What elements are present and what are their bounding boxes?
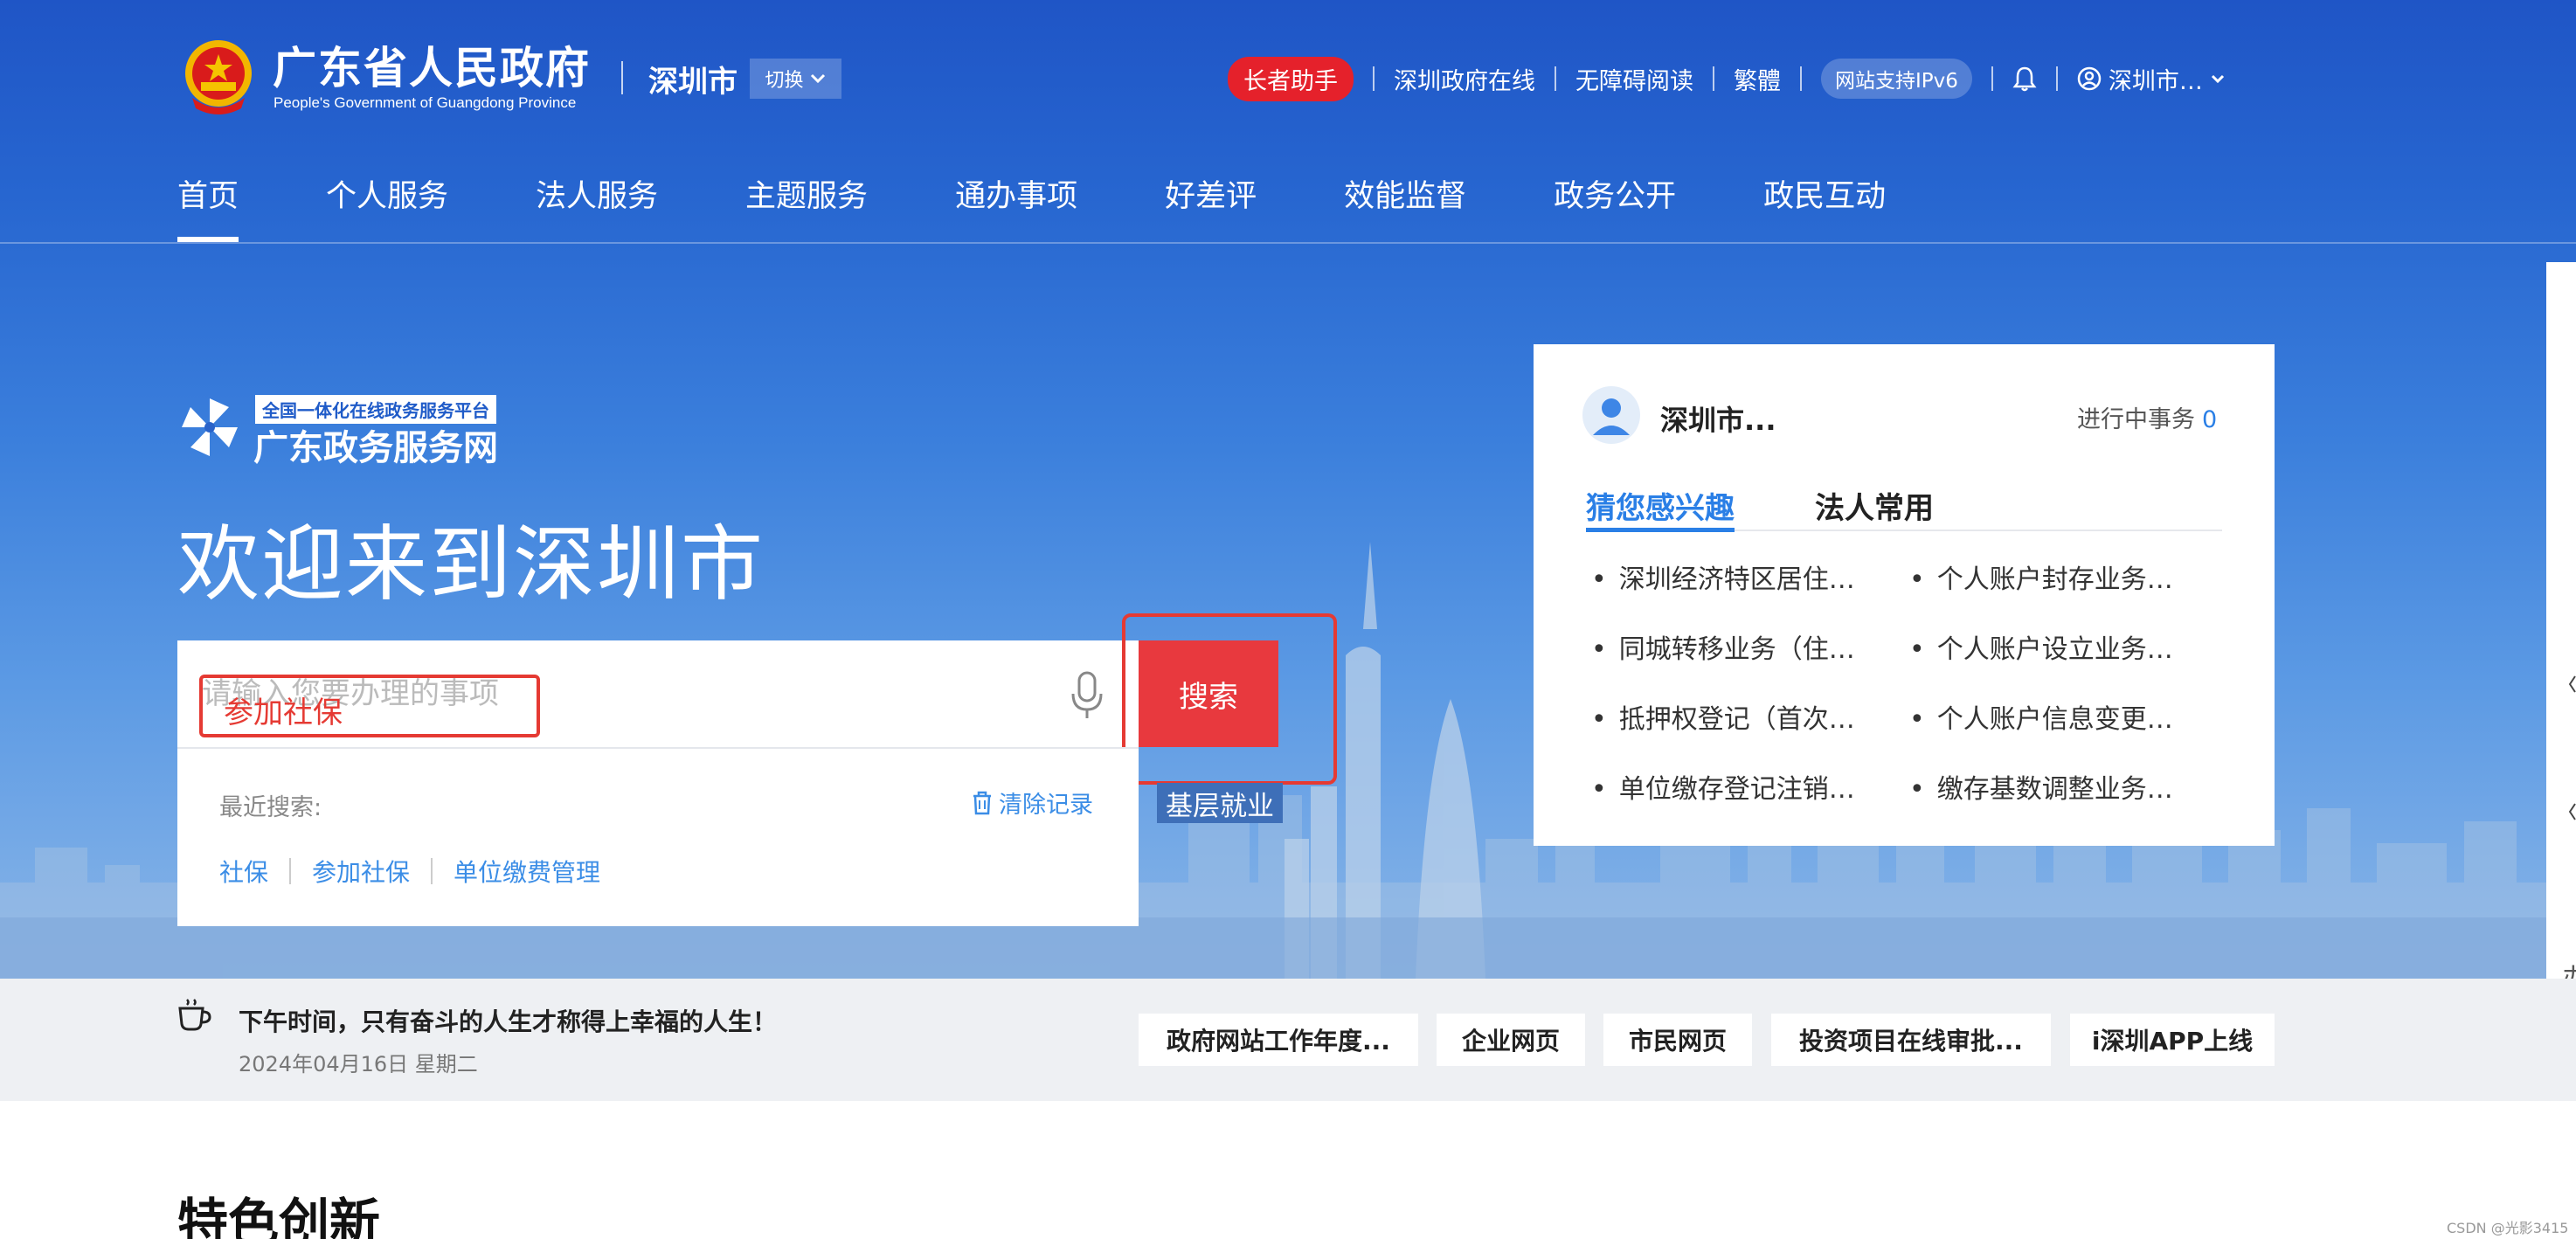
history-item[interactable]: 参加社保	[312, 854, 410, 889]
history-item[interactable]: 社保	[219, 854, 268, 889]
recommendation-list: 深圳经济特区居住… 个人账户封存业务… 同城转移业务（住… 个人账户设立业务… …	[1591, 557, 2238, 806]
in-progress-label: 进行中事务	[2077, 406, 2195, 433]
coffee-cup-icon	[178, 999, 211, 1031]
hot-tag-chip[interactable]: 基层就业	[1157, 783, 1283, 823]
nav-item-universal[interactable]: 通办事项	[955, 171, 1077, 242]
history-item[interactable]: 单位缴费管理	[454, 854, 600, 889]
divider	[1800, 66, 1802, 91]
card-tabs: 猜您感兴趣 法人常用	[1586, 484, 2222, 532]
current-city: 深圳市	[648, 65, 737, 100]
nav-divider	[0, 242, 2576, 244]
tab-interest[interactable]: 猜您感兴趣	[1586, 484, 1735, 532]
quick-link-gov-report[interactable]: 政府网站工作年度...	[1139, 1014, 1418, 1066]
platform-name: 广东政务服务网	[253, 428, 498, 468]
accessible-reading-link[interactable]: 无障碍阅读	[1575, 62, 1693, 96]
trash-icon	[973, 791, 991, 814]
search-history-list: 社保 参加社保 单位缴费管理	[219, 854, 600, 889]
search-button-highlight	[1122, 613, 1337, 785]
site-subtitle: People's Government of Guangdong Provinc…	[274, 94, 577, 111]
user-icon	[2077, 66, 2102, 91]
national-emblem-icon	[185, 40, 252, 114]
user-card: 深圳市... 进行中事务 0 猜您感兴趣 法人常用 深圳经济特区居住… 个人账户封…	[1534, 344, 2275, 846]
shenzhen-gov-online-link[interactable]: 深圳政府在线	[1394, 62, 1535, 96]
nav-item-corporate[interactable]: 法人服务	[536, 171, 658, 242]
welcome-heading: 欢迎来到深圳市	[177, 517, 765, 613]
elder-assistant-button[interactable]: 长者助手	[1228, 56, 1354, 101]
search-typed-value: 参加社保	[199, 675, 540, 737]
chevron-left-icon[interactable]	[2569, 802, 2576, 821]
divider	[1713, 66, 1714, 91]
nav-item-rating[interactable]: 好差评	[1165, 171, 1257, 242]
tab-corporate-common[interactable]: 法人常用	[1815, 484, 1934, 527]
ipv6-badge: 网站支持IPv6	[1821, 59, 1972, 99]
watermark: CSDN @光影3415	[2447, 1220, 2569, 1236]
bell-icon[interactable]	[2012, 66, 2037, 92]
divider	[1555, 66, 1556, 91]
mic-icon[interactable]	[1068, 669, 1106, 722]
avatar-icon[interactable]	[1582, 386, 1640, 444]
daily-quote: 下午时间，只有奋斗的人生才称得上幸福的人生！	[239, 1007, 778, 1036]
chevron-left-icon[interactable]	[2569, 675, 2576, 694]
section-title: 特色创新	[177, 1193, 381, 1239]
nav-item-open-gov[interactable]: 政务公开	[1554, 171, 1676, 242]
quick-link-citizen[interactable]: 市民网页	[1603, 1014, 1752, 1066]
nav-item-personal[interactable]: 个人服务	[326, 171, 448, 242]
divider	[1991, 66, 1993, 91]
clear-history-label: 清除记录	[999, 792, 1093, 819]
nav-item-theme[interactable]: 主题服务	[745, 171, 868, 242]
list-item[interactable]: 个人账户封存业务…	[1909, 557, 2227, 596]
nav-item-home[interactable]: 首页	[177, 171, 239, 242]
quick-link-investment[interactable]: 投资项目在线审批...	[1771, 1014, 2051, 1066]
divider	[1373, 66, 1375, 91]
search-history-panel: 最近搜索: 清除记录 社保 参加社保 单位缴费管理	[177, 747, 1139, 926]
quick-link-ishenzhen-app[interactable]: i深圳APP上线	[2070, 1014, 2275, 1066]
list-item[interactable]: 个人账户信息变更…	[1909, 697, 2227, 736]
city-switch-button[interactable]: 切换	[750, 59, 841, 99]
pinwheel-logo-icon	[182, 398, 238, 456]
list-item[interactable]: 个人账户设立业务…	[1909, 627, 2227, 666]
traditional-chinese-link[interactable]: 繁體	[1734, 62, 1781, 96]
in-progress-count: 0	[2202, 406, 2218, 433]
clear-history-button[interactable]: 清除记录	[971, 786, 1093, 820]
divider	[2055, 66, 2058, 91]
nav-item-interaction[interactable]: 政民互动	[1763, 171, 1886, 242]
city-switch-label: 切换	[765, 70, 804, 92]
divider	[621, 61, 623, 94]
recent-search-label: 最近搜索:	[219, 794, 322, 821]
main-nav: 首页 个人服务 法人服务 主题服务 通办事项 好差评 效能监督 政务公开 政民互…	[177, 171, 1973, 242]
quick-link-enterprise[interactable]: 企业网页	[1437, 1014, 1585, 1066]
in-progress-tasks[interactable]: 进行中事务 0	[2077, 400, 2217, 434]
current-date: 2024年04月16日 星期二	[239, 1052, 478, 1076]
list-item[interactable]: 单位缴存登记注销…	[1591, 767, 1909, 806]
list-item[interactable]: 缴存基数调整业务…	[1909, 767, 2227, 806]
divider	[431, 858, 433, 884]
chevron-down-icon	[810, 73, 825, 84]
list-item[interactable]: 抵押权登记（首次…	[1591, 697, 1909, 736]
site-title[interactable]: 广东省人民政府	[273, 33, 591, 96]
nav-item-supervision[interactable]: 效能监督	[1344, 171, 1466, 242]
list-item[interactable]: 同城转移业务（住…	[1591, 627, 1909, 666]
divider	[289, 858, 292, 884]
card-user-name[interactable]: 深圳市...	[1660, 398, 1776, 439]
top-utility-links: 长者助手 深圳政府在线 无障碍阅读 繁體 网站支持IPv6 深圳市…	[1228, 56, 2226, 101]
user-menu[interactable]: 深圳市…	[2077, 62, 2226, 96]
user-name: 深圳市…	[2108, 67, 2203, 95]
list-item[interactable]: 深圳经济特区居住…	[1591, 557, 1909, 596]
chevron-down-icon	[2211, 74, 2224, 84]
